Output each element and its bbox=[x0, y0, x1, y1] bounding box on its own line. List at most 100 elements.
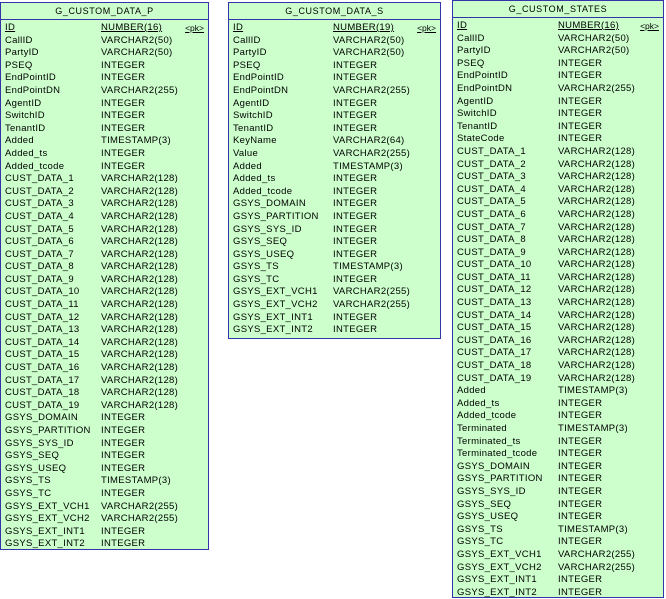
entity-g-custom-data-s[interactable]: G_CUSTOM_DATA_S ID NUMBER(19) <pk> CallID VA… bbox=[228, 2, 441, 339]
column-row: CUST_DATA_14 VARCHAR2(128) bbox=[457, 310, 659, 323]
column-type: INTEGER bbox=[101, 147, 146, 159]
column-row: Added TIMESTAMP(3) bbox=[5, 135, 204, 148]
column-name: GSYS_EXT_VCH2 bbox=[233, 299, 318, 311]
column-type: VARCHAR2(128) bbox=[558, 234, 636, 246]
column-type: INTEGER bbox=[333, 72, 378, 84]
column-row: CUST_DATA_18 VARCHAR2(128) bbox=[457, 360, 659, 373]
column-type: VARCHAR2(128) bbox=[101, 324, 179, 336]
column-row: CUST_DATA_14 VARCHAR2(128) bbox=[5, 337, 204, 350]
column-name: GSYS_EXT_VCH1 bbox=[457, 548, 542, 560]
column-type: VARCHAR2(50) bbox=[333, 34, 405, 46]
column-name: GSYS_DOMAIN bbox=[457, 460, 530, 472]
column-row: GSYS_SEQ INTEGER bbox=[233, 236, 436, 249]
column-row: Terminated_ts INTEGER bbox=[457, 436, 659, 449]
column-row: EndPointID INTEGER bbox=[457, 70, 659, 83]
column-row: GSYS_DOMAIN INTEGER bbox=[457, 461, 659, 474]
column-row: GSYS_EXT_INT1 INTEGER bbox=[233, 312, 436, 325]
column-type: VARCHAR2(255) bbox=[101, 513, 179, 525]
column-name: Added_ts bbox=[233, 173, 276, 185]
column-name: CUST_DATA_2 bbox=[457, 158, 526, 170]
column-name: GSYS_SEQ bbox=[457, 498, 512, 510]
column-type: INTEGER bbox=[558, 448, 603, 460]
column-type: VARCHAR2(50) bbox=[101, 47, 173, 59]
column-name: CUST_DATA_19 bbox=[457, 372, 532, 384]
column-type: VARCHAR2(255) bbox=[101, 500, 179, 512]
column-name: CUST_DATA_16 bbox=[5, 362, 80, 374]
column-name: GSYS_EXT_INT1 bbox=[457, 574, 537, 586]
column-name: PSEQ bbox=[457, 57, 485, 69]
column-row: CUST_DATA_1 VARCHAR2(128) bbox=[457, 146, 659, 159]
column-row: PSEQ INTEGER bbox=[233, 60, 436, 73]
column-row: CUST_DATA_9 VARCHAR2(128) bbox=[5, 274, 204, 287]
column-type: INTEGER bbox=[101, 97, 146, 109]
column-name: AgentID bbox=[457, 95, 494, 107]
column-row: CUST_DATA_2 VARCHAR2(128) bbox=[5, 186, 204, 199]
column-row: GSYS_EXT_VCH2 VARCHAR2(255) bbox=[233, 299, 436, 312]
column-row: PartyID VARCHAR2(50) bbox=[5, 47, 204, 60]
column-name: SwitchID bbox=[233, 110, 273, 122]
column-name: PartyID bbox=[457, 45, 491, 57]
column-type: INTEGER bbox=[101, 525, 146, 537]
entity-title: G_CUSTOM_STATES bbox=[453, 1, 663, 18]
column-type: VARCHAR2(128) bbox=[101, 198, 179, 210]
column-row: GSYS_SEQ INTEGER bbox=[5, 450, 204, 463]
entity-g-custom-data-p[interactable]: G_CUSTOM_DATA_P ID NUMBER(16) <pk> CallID VA… bbox=[0, 2, 209, 550]
column-name: CUST_DATA_3 bbox=[457, 171, 526, 183]
column-row: CUST_DATA_12 VARCHAR2(128) bbox=[457, 284, 659, 297]
column-name: CUST_DATA_11 bbox=[457, 271, 531, 283]
column-row: GSYS_DOMAIN INTEGER bbox=[233, 198, 436, 211]
column-row: CUST_DATA_8 VARCHAR2(128) bbox=[5, 261, 204, 274]
column-row: CUST_DATA_12 VARCHAR2(128) bbox=[5, 312, 204, 325]
column-row: SwitchID INTEGER bbox=[457, 108, 659, 121]
column-name: GSYS_EXT_VCH1 bbox=[233, 286, 318, 298]
column-row: CUST_DATA_5 VARCHAR2(128) bbox=[457, 196, 659, 209]
column-type: INTEGER bbox=[101, 450, 146, 462]
column-row: Value VARCHAR2(255) bbox=[233, 148, 436, 161]
column-row: GSYS_USEQ INTEGER bbox=[233, 249, 436, 262]
column-row: CUST_DATA_11 VARCHAR2(128) bbox=[457, 272, 659, 285]
column-row: PartyID VARCHAR2(50) bbox=[457, 45, 659, 58]
column-type: INTEGER bbox=[101, 110, 146, 122]
column-type: VARCHAR2(128) bbox=[558, 271, 636, 283]
column-type: VARCHAR2(128) bbox=[558, 208, 636, 220]
column-type: VARCHAR2(255) bbox=[558, 561, 636, 573]
column-type: TIMESTAMP(3) bbox=[333, 160, 403, 172]
column-name: EndPointID bbox=[457, 70, 509, 82]
column-name: CallID bbox=[457, 32, 485, 44]
column-type: INTEGER bbox=[558, 95, 603, 107]
column-name: CUST_DATA_8 bbox=[5, 261, 74, 273]
column-name: GSYS_SEQ bbox=[233, 236, 288, 248]
column-name: CUST_DATA_11 bbox=[5, 299, 79, 311]
column-name: CUST_DATA_15 bbox=[457, 322, 532, 334]
column-type: INTEGER bbox=[333, 59, 378, 71]
column-type: VARCHAR2(128) bbox=[101, 311, 179, 323]
column-row: CUST_DATA_7 VARCHAR2(128) bbox=[5, 249, 204, 262]
column-row: PSEQ INTEGER bbox=[457, 58, 659, 71]
column-name: Terminated_ts bbox=[457, 435, 521, 447]
column-type: INTEGER bbox=[558, 574, 603, 586]
column-row: Added_tcode INTEGER bbox=[5, 161, 204, 174]
column-type: INTEGER bbox=[558, 108, 603, 120]
column-type: VARCHAR2(128) bbox=[101, 185, 179, 197]
column-type: VARCHAR2(64) bbox=[333, 135, 405, 147]
column-row: GSYS_EXT_VCH2 VARCHAR2(255) bbox=[457, 562, 659, 575]
column-row: GSYS_EXT_VCH2 VARCHAR2(255) bbox=[5, 513, 204, 526]
column-row: EndPointDN VARCHAR2(255) bbox=[5, 85, 204, 98]
column-name: GSYS_DOMAIN bbox=[233, 198, 306, 210]
primary-key-marker: <pk> bbox=[417, 23, 436, 33]
column-name: GSYS_TC bbox=[457, 536, 504, 548]
column-name: GSYS_PARTITION bbox=[5, 425, 91, 436]
column-type: VARCHAR2(128) bbox=[101, 349, 179, 361]
column-type: INTEGER bbox=[558, 536, 603, 548]
column-type: INTEGER bbox=[101, 412, 146, 424]
column-type: INTEGER bbox=[558, 460, 603, 472]
column-type: TIMESTAMP(3) bbox=[558, 523, 628, 535]
column-type: VARCHAR2(128) bbox=[558, 372, 636, 384]
column-name: GSYS_EXT_INT1 bbox=[233, 311, 313, 323]
column-name: CUST_DATA_14 bbox=[5, 336, 80, 348]
column-type: INTEGER bbox=[333, 173, 378, 185]
column-row: GSYS_EXT_VCH1 VARCHAR2(255) bbox=[5, 501, 204, 514]
column-type: VARCHAR2(128) bbox=[558, 145, 636, 157]
entity-g-custom-states[interactable]: G_CUSTOM_STATES ID NUMBER(16) <pk> CallID VA… bbox=[452, 0, 664, 598]
column-name: Added_tcode bbox=[457, 410, 517, 422]
